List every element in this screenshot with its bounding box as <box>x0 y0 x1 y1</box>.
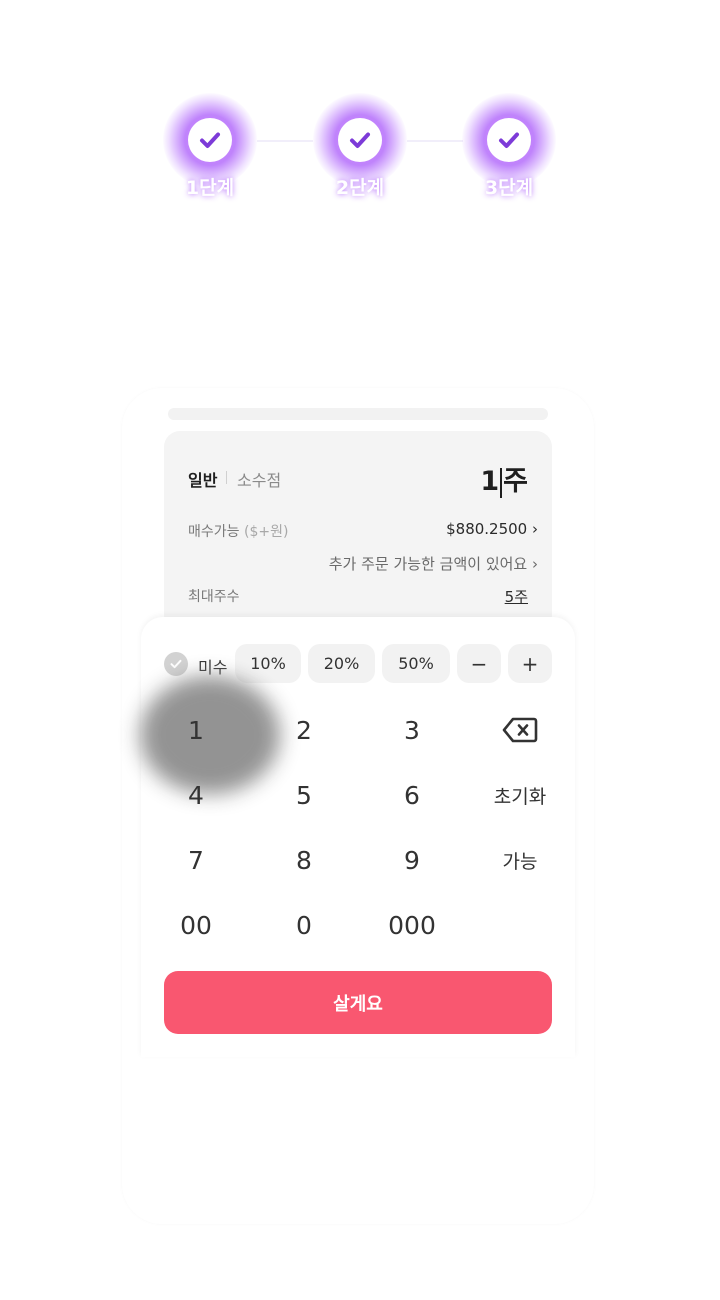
check-icon <box>188 118 232 162</box>
step-3: 3단계 <box>462 93 556 199</box>
step-label: 2단계 <box>335 177 385 199</box>
step-2: 2단계 <box>313 93 407 199</box>
text-cursor <box>500 467 503 498</box>
step-label: 3단계 <box>484 177 534 199</box>
key-00[interactable]: 00 <box>146 897 246 953</box>
tab-divider <box>226 471 227 484</box>
key-8[interactable]: 8 <box>254 832 354 888</box>
max-shares-value[interactable]: 5주 <box>505 586 528 607</box>
key-2[interactable]: 2 <box>254 702 354 758</box>
check-icon <box>487 118 531 162</box>
quantity-display[interactable]: 1주 <box>480 459 528 498</box>
order-card: 일반 소수점 1주 매수가능 ($+원) $880.2500 › 추가 주문 가… <box>164 431 552 631</box>
tab-decimal[interactable]: 소수점 <box>237 467 281 491</box>
misu-checkbox[interactable] <box>164 652 188 676</box>
check-icon <box>170 659 182 669</box>
key-5[interactable]: 5 <box>254 767 354 823</box>
step-1: 1단계 <box>163 93 257 199</box>
quantity-unit: 주 <box>503 466 528 497</box>
percent-20-button[interactable]: 20% <box>308 644 375 683</box>
extra-amount-link[interactable]: 추가 주문 가능한 금액이 있어요 › <box>329 553 538 574</box>
step-connector <box>407 140 463 142</box>
buy-button[interactable]: 살게요 <box>164 971 552 1034</box>
top-strip <box>168 408 548 420</box>
key-9[interactable]: 9 <box>362 832 462 888</box>
decrease-button[interactable]: − <box>457 644 501 683</box>
quantity-value: 1 <box>480 466 500 497</box>
key-4[interactable]: 4 <box>146 767 246 823</box>
reset-key[interactable]: 초기화 <box>470 767 570 823</box>
max-shares-label: 최대주수 <box>188 589 240 605</box>
max-possible-key[interactable]: 가능 <box>470 832 570 888</box>
step-indicator: 1단계 2단계 3단계 <box>0 0 720 220</box>
key-6[interactable]: 6 <box>362 767 462 823</box>
percent-50-button[interactable]: 50% <box>382 644 450 683</box>
buy-power-label-text: 매수가능 <box>188 524 240 540</box>
tab-normal[interactable]: 일반 <box>188 467 217 491</box>
buy-power-sub: ($+원) <box>243 524 289 540</box>
buy-power-value[interactable]: $880.2500 › <box>446 520 538 538</box>
misu-label[interactable]: 미수 <box>198 654 227 678</box>
key-0[interactable]: 0 <box>254 897 354 953</box>
step-connector <box>257 140 313 142</box>
percent-10-button[interactable]: 10% <box>235 644 301 683</box>
backspace-key[interactable] <box>470 702 570 758</box>
step-label: 1단계 <box>185 177 235 199</box>
buy-power-label: 매수가능 ($+원) <box>188 521 288 541</box>
key-1[interactable]: 1 <box>146 702 246 758</box>
key-3[interactable]: 3 <box>362 702 462 758</box>
key-7[interactable]: 7 <box>146 832 246 888</box>
increase-button[interactable]: + <box>508 644 552 683</box>
key-000[interactable]: 000 <box>362 897 462 953</box>
backspace-icon <box>502 717 538 743</box>
check-icon <box>338 118 382 162</box>
